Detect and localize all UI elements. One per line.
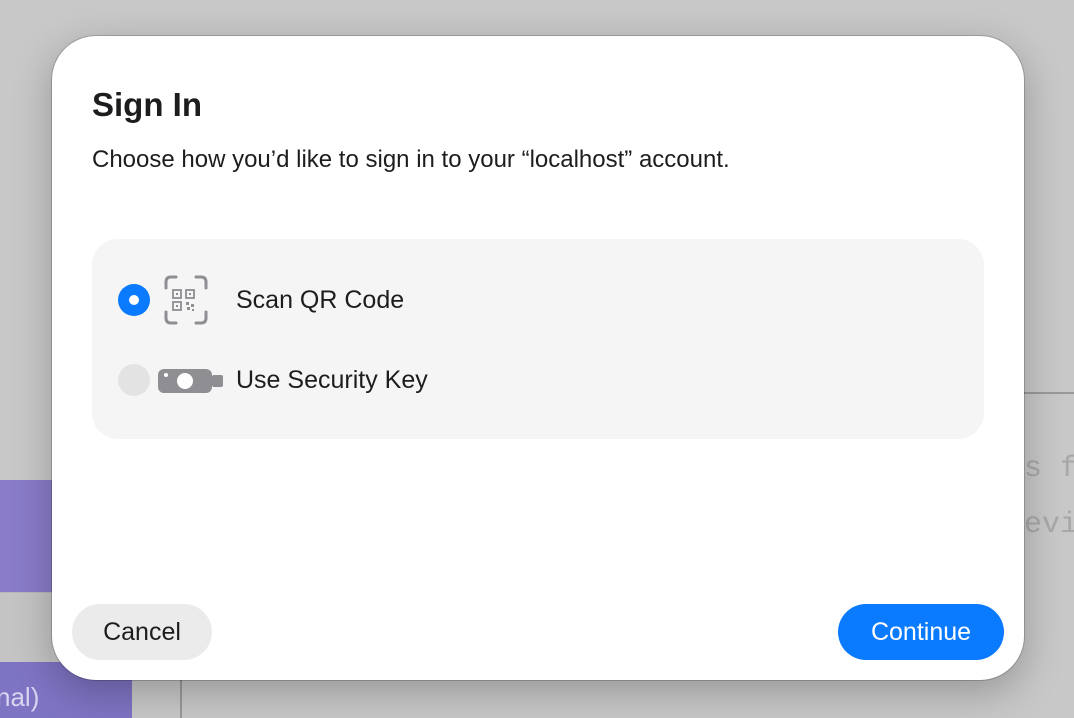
sign-in-dialog: Sign In Choose how you’d like to sign in… xyxy=(52,36,1024,680)
option-use-security-key[interactable]: Use Security Key xyxy=(92,345,984,415)
dialog-subtitle: Choose how you’d like to sign in to your… xyxy=(92,146,730,173)
cancel-button[interactable]: Cancel xyxy=(72,604,212,660)
radio-button-unselected[interactable] xyxy=(118,364,150,396)
option-label-use-security-key: Use Security Key xyxy=(236,366,428,394)
background-code-line: evi xyxy=(1024,508,1074,542)
sign-in-options: Scan QR Code Use Security Key xyxy=(92,239,984,439)
dialog-title: Sign In xyxy=(92,86,202,123)
security-key-icon xyxy=(158,354,228,406)
background-field-text: nal) xyxy=(0,682,40,712)
background-vertical-divider xyxy=(180,680,182,718)
option-scan-qr-code[interactable]: Scan QR Code xyxy=(92,265,984,335)
background-input-field xyxy=(0,592,52,664)
continue-button[interactable]: Continue xyxy=(838,604,1004,660)
radio-button-selected[interactable] xyxy=(118,284,150,316)
background-purple-panel xyxy=(0,480,52,592)
background-code-line: s f xyxy=(1024,452,1074,486)
option-label-scan-qr-code: Scan QR Code xyxy=(236,286,405,314)
background-divider xyxy=(1024,392,1074,394)
qr-code-icon xyxy=(158,274,228,326)
